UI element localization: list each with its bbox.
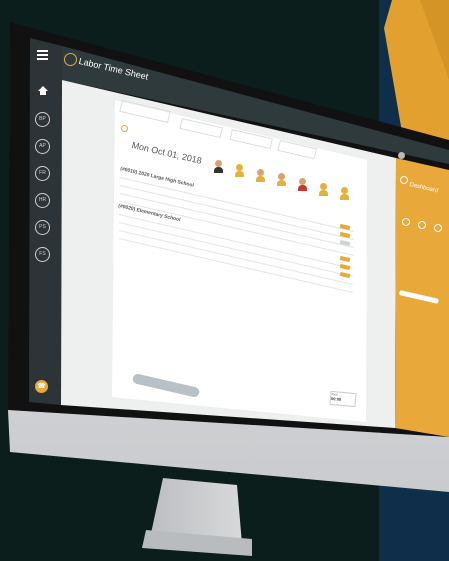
home-icon-base — [40, 91, 46, 95]
sidebar-item-label: FS — [39, 251, 46, 257]
sidebar-item-label: AP — [39, 143, 46, 149]
sidebar-item-hr[interactable]: HR — [35, 193, 50, 208]
gauge-icon — [402, 218, 410, 226]
hamburger-icon[interactable] — [37, 48, 48, 62]
employee-avatar[interactable] — [298, 178, 307, 191]
gauge-icon — [418, 221, 426, 229]
gauge-icon — [434, 224, 442, 232]
employee-avatar[interactable] — [256, 169, 265, 182]
sidebar-item-fs[interactable]: FS — [35, 247, 50, 262]
refresh-icon[interactable] — [121, 125, 128, 132]
sidebar-item-bp[interactable]: BP — [35, 112, 50, 127]
employee-avatar[interactable] — [340, 187, 349, 200]
sidebar-item-ps[interactable]: PS — [35, 220, 50, 235]
employee-avatar[interactable] — [235, 164, 244, 177]
sidebar-item-label: PS — [39, 224, 46, 230]
sidebar-item-fr[interactable]: FR — [35, 166, 50, 181]
employee-avatar[interactable] — [214, 160, 223, 173]
employee-avatar[interactable] — [319, 183, 328, 196]
phone-icon[interactable]: ☎ — [35, 380, 48, 393]
total-value: 00:00 — [330, 395, 342, 402]
dashboard-icon — [400, 176, 408, 184]
avatar[interactable] — [398, 152, 405, 159]
total-box: Total 00:00 — [329, 390, 357, 408]
imac-monitor: BP AP FR HR PS FS ☎ Labor Time Sheet Mon… — [0, 0, 449, 561]
employee-avatar[interactable] — [277, 173, 286, 186]
logo-icon — [64, 53, 77, 66]
sidebar-item-ap[interactable]: AP — [35, 139, 50, 154]
sidebar-item-label: HR — [38, 197, 47, 203]
sidebar-item-label: BP — [39, 116, 46, 122]
sidebar-item-label: FR — [39, 170, 46, 176]
